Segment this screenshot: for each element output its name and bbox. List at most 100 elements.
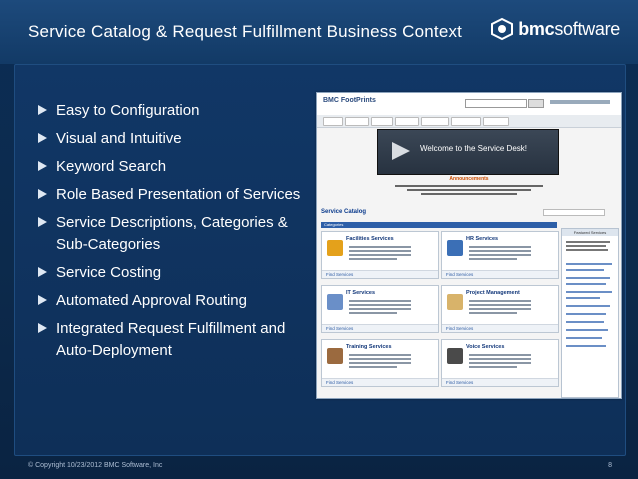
feature-item: Integrated Request Fulfillment and Auto-… bbox=[38, 318, 313, 362]
bullet-arrow-icon bbox=[38, 161, 47, 171]
find-services-link: Find Services bbox=[446, 380, 474, 385]
card-text-line bbox=[469, 308, 531, 310]
featured-link-line bbox=[566, 313, 606, 315]
feature-label: Visual and Intuitive bbox=[56, 130, 182, 147]
featured-title: Featured Services bbox=[562, 229, 618, 236]
feature-item: Role Based Presentation of Services bbox=[38, 184, 313, 206]
announcement-text-line bbox=[421, 193, 517, 195]
card-text-line bbox=[349, 358, 411, 360]
card-footer: Find Services bbox=[442, 378, 558, 386]
feature-label: Easy to Configuration bbox=[56, 102, 200, 119]
card-text-line bbox=[349, 362, 411, 364]
facilities-icon bbox=[327, 240, 343, 256]
toolbar-button bbox=[483, 117, 509, 126]
card-text-line bbox=[349, 304, 411, 306]
feature-label: Service Costing bbox=[56, 264, 162, 281]
card-text-line bbox=[349, 312, 397, 314]
toolbar-button bbox=[371, 117, 393, 126]
card-title: Project Management bbox=[466, 290, 520, 296]
featured-link-line bbox=[566, 329, 608, 331]
card-text-line bbox=[349, 300, 411, 302]
featured-link-line bbox=[566, 269, 604, 271]
card-text-line bbox=[349, 308, 411, 310]
card-footer: Find Services bbox=[322, 378, 438, 386]
toolbar-button bbox=[421, 117, 449, 126]
featured-link-line bbox=[566, 283, 606, 285]
categories-bar: Categories bbox=[321, 222, 557, 228]
card-text-line bbox=[469, 300, 531, 302]
service-card: Facilities Services Find Services bbox=[321, 231, 439, 279]
toolbar-button bbox=[345, 117, 369, 126]
feature-item: Service Descriptions, Categories & Sub-C… bbox=[38, 212, 313, 256]
it-icon bbox=[327, 294, 343, 310]
training-icon bbox=[327, 348, 343, 364]
bullet-arrow-icon bbox=[38, 189, 47, 199]
app-search-button bbox=[528, 99, 544, 108]
play-icon bbox=[392, 142, 410, 160]
categories-label: Categories bbox=[324, 222, 344, 227]
catalog-title: Service Catalog bbox=[321, 209, 367, 215]
feature-item: Easy to Configuration bbox=[38, 100, 313, 122]
feature-list: Easy to Configuration Visual and Intuiti… bbox=[38, 100, 313, 368]
app-toolbar bbox=[317, 115, 621, 128]
slide: Service Catalog & Request Fulfillment Bu… bbox=[0, 0, 638, 479]
card-footer: Find Services bbox=[442, 324, 558, 332]
bmc-logo-icon bbox=[491, 17, 514, 41]
announcement-text-line bbox=[395, 185, 543, 187]
toolbar-button bbox=[451, 117, 481, 126]
bullet-arrow-icon bbox=[38, 295, 47, 305]
announcement-text-line bbox=[407, 189, 531, 191]
featured-link-line bbox=[566, 263, 612, 265]
featured-text-line bbox=[566, 249, 608, 251]
find-services-link: Find Services bbox=[326, 380, 354, 385]
copyright-footer: © Copyright 10/23/2012 BMC Software, Inc bbox=[28, 462, 163, 469]
feature-item: Keyword Search bbox=[38, 156, 313, 178]
card-text-line bbox=[469, 304, 531, 306]
feature-label: Keyword Search bbox=[56, 158, 167, 175]
card-title: Voice Services bbox=[466, 344, 505, 350]
card-text-line bbox=[349, 354, 411, 356]
service-card: IT Services Find Services bbox=[321, 285, 439, 333]
find-services-link: Find Services bbox=[446, 272, 474, 277]
card-text-line bbox=[349, 246, 411, 248]
toolbar-button bbox=[395, 117, 419, 126]
featured-link-line bbox=[566, 291, 612, 293]
feature-item: Visual and Intuitive bbox=[38, 128, 313, 150]
find-services-link: Find Services bbox=[326, 326, 354, 331]
card-text-line bbox=[469, 254, 531, 256]
folder-icon bbox=[447, 294, 463, 310]
find-services-link: Find Services bbox=[446, 326, 474, 331]
card-text-line bbox=[469, 258, 517, 260]
catalog-search-input bbox=[543, 209, 605, 216]
featured-link-line bbox=[566, 297, 600, 299]
card-title: Facilities Services bbox=[346, 236, 394, 242]
welcome-banner: Welcome to the Service Desk! bbox=[377, 129, 559, 175]
service-card: Project Management Find Services bbox=[441, 285, 559, 333]
featured-link-line bbox=[566, 305, 610, 307]
feature-label: Integrated Request Fulfillment and Auto-… bbox=[56, 320, 286, 359]
card-text-line bbox=[349, 366, 397, 368]
app-logo: BMC FootPrints bbox=[323, 97, 376, 104]
bmc-logo: bmcsoftware bbox=[490, 16, 620, 42]
feature-label: Role Based Presentation of Services bbox=[56, 186, 301, 203]
find-services-link: Find Services bbox=[326, 272, 354, 277]
service-card: Voice Services Find Services bbox=[441, 339, 559, 387]
featured-link-line bbox=[566, 277, 610, 279]
card-text-line bbox=[469, 358, 531, 360]
card-title: HR Services bbox=[466, 236, 499, 242]
slide-title: Service Catalog & Request Fulfillment Bu… bbox=[28, 22, 463, 41]
card-text-line bbox=[469, 246, 531, 248]
card-text-line bbox=[469, 362, 531, 364]
bullet-arrow-icon bbox=[38, 267, 47, 277]
app-header-link bbox=[550, 100, 610, 104]
logo-text: bmcsoftware bbox=[518, 19, 620, 40]
card-text-line bbox=[349, 254, 411, 256]
card-text-line bbox=[469, 366, 517, 368]
bullet-arrow-icon bbox=[38, 105, 47, 115]
bullet-arrow-icon bbox=[38, 133, 47, 143]
toolbar-button bbox=[323, 117, 343, 126]
card-title: Training Services bbox=[346, 344, 392, 350]
card-text-line bbox=[469, 250, 531, 252]
app-search-input bbox=[465, 99, 527, 108]
banner-text: Welcome to the Service Desk! bbox=[420, 144, 528, 153]
